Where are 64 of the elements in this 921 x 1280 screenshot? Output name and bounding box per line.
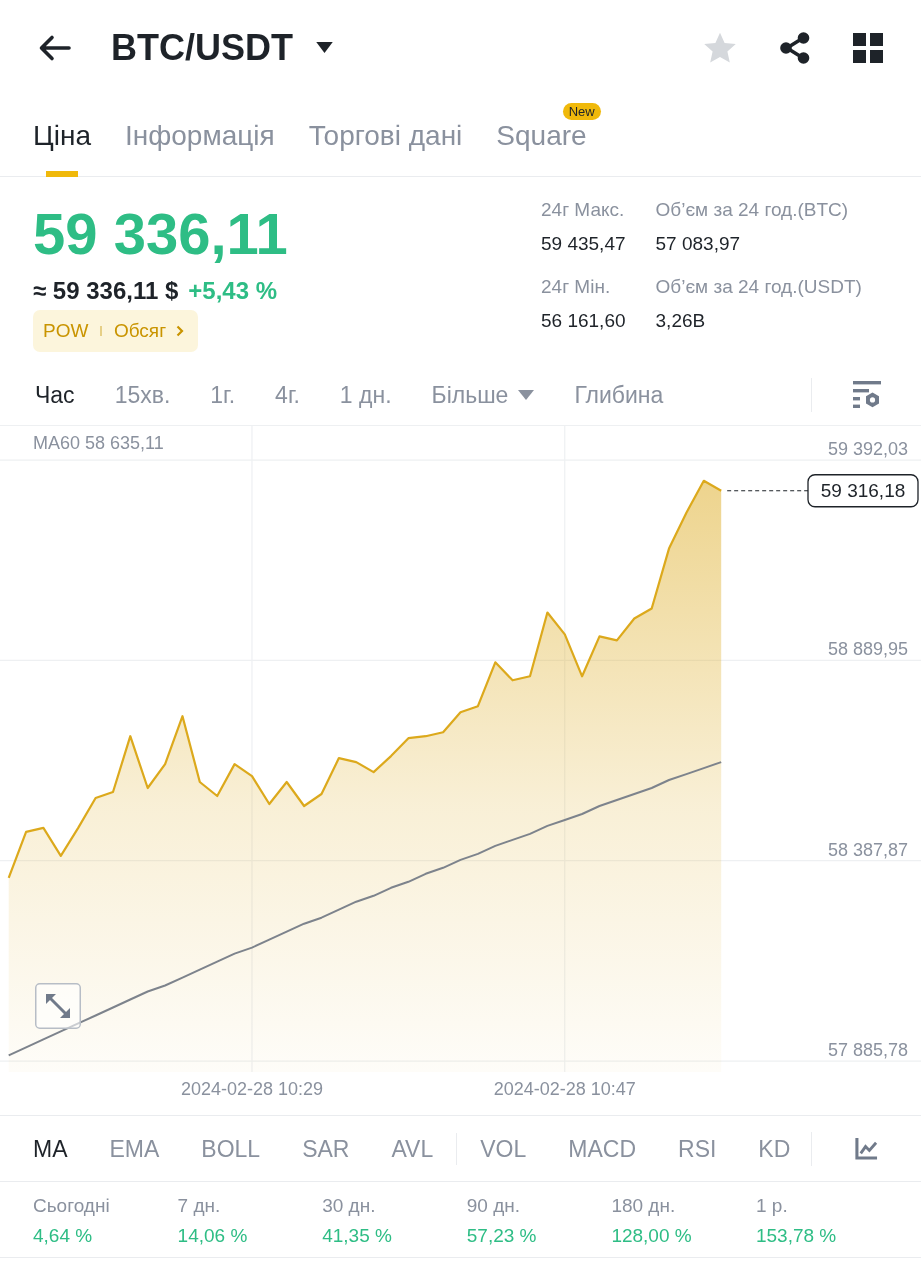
period-label: 180 дн. [611,1194,677,1218]
interval-tab[interactable]: Глибина [574,379,664,410]
period-label: 30 дн. [322,1194,377,1218]
y-axis-label: 59 392,03 [827,439,908,460]
stat-value: 3,26B [655,309,707,333]
indicator-tab[interactable]: SAR [302,1133,350,1164]
line-chart-icon[interactable] [855,1137,878,1160]
last-price-tag: 59 316,18 [807,474,919,508]
stat-value: 56 161,60 [541,309,626,333]
approx-price: ≈ 59 336,11 $ [33,276,179,306]
chart-settings-icon[interactable] [852,380,881,409]
indicator-tab[interactable]: KD [758,1133,791,1164]
interval-tab[interactable]: 15хв. [114,379,171,410]
stat-label: Об’єм за 24 год.(USDT) [655,275,862,299]
expand-icon[interactable] [35,983,81,1029]
period-change: 14,06 % [177,1224,249,1248]
back-arrow-icon[interactable] [37,33,71,62]
interval-tab[interactable]: Час [35,379,75,410]
indicator-tab[interactable]: VOL [480,1133,527,1164]
share-icon[interactable] [779,31,811,64]
period-change: 128,00 % [611,1224,693,1248]
period-change: 57,23 % [466,1224,538,1248]
period-change: 41,35 % [322,1224,393,1248]
indicator-tab[interactable]: RSI [678,1133,717,1164]
period-change: 153,78 % [755,1224,838,1248]
tag-label: POW [43,320,89,342]
interval-tab[interactable]: 1г. [210,379,236,410]
new-badge: New [562,103,601,120]
chevron-right-icon [176,325,185,337]
caret-down-icon [518,389,535,400]
interval-tab[interactable]: 4г. [275,379,300,410]
price-change: +5,43 % [188,276,278,306]
indicator-tab[interactable]: MA [33,1133,68,1164]
star-icon[interactable] [703,31,737,64]
stat-label: 24г Мін. [541,275,612,299]
indicator-tab[interactable]: EMA [109,1133,160,1164]
y-axis-label: 58 387,87 [827,839,908,860]
caret-down-icon [316,42,333,53]
indicator-tab[interactable]: MACD [568,1133,636,1164]
interval-tab[interactable]: 1 дн. [339,379,392,410]
indicator-tab[interactable]: AVL [391,1133,434,1164]
pair-selector[interactable]: BTC/USDT [111,25,333,70]
grid-menu-icon[interactable] [853,32,883,63]
tab[interactable]: Інформація [124,119,275,177]
last-price: 59 336,11 [33,204,288,264]
y-axis-label: 58 889,95 [827,639,908,660]
period-label: 1 р. [755,1194,789,1218]
interval-tab[interactable]: Більше [431,379,535,410]
stat-value: 59 435,47 [541,232,626,256]
tab[interactable]: Square [496,119,587,177]
stat-label: 24г Макс. [541,198,626,222]
tab[interactable]: Торгові дані [308,119,463,177]
ma-label: MA60 58 635,11 [33,433,164,453]
period-label: 90 дн. [466,1194,522,1218]
stat-value: 57 083,97 [655,232,742,256]
y-axis-label: 57 885,78 [827,1040,908,1061]
x-axis-label: 2024-02-28 10:29 [180,1079,324,1099]
period-change: 4,64 % [33,1224,94,1248]
indicator-tab[interactable]: BOLL [201,1133,261,1164]
period-label: 7 дн. [177,1194,222,1218]
stat-label: Об’єм за 24 год.(BTC) [655,198,850,222]
volume-link[interactable]: Обсяг [113,320,185,342]
period-label: Сьогодні [33,1194,111,1218]
x-axis-label: 2024-02-28 10:47 [493,1079,636,1099]
